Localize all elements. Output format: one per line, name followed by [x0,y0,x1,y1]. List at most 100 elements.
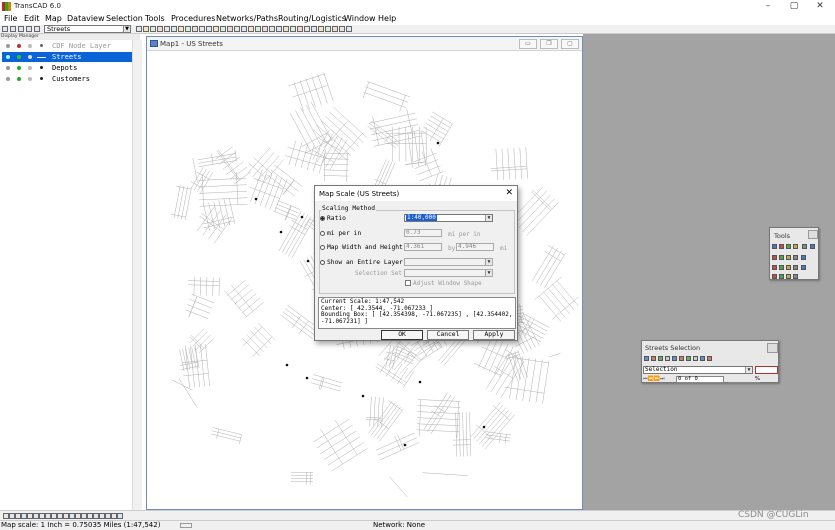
tool-icon[interactable] [786,255,791,260]
apply-button[interactable]: Apply [473,330,515,340]
toolbar-tool-icon[interactable] [339,26,345,32]
label-icon[interactable] [17,55,21,59]
dialog-titlebar[interactable]: Map Scale (US Streets) ✕ [315,186,517,201]
label-icon[interactable] [17,66,21,70]
toolbar-tool-icon[interactable] [241,26,247,32]
toolbar-tool-icon[interactable] [332,26,338,32]
selection-tool-icon[interactable] [700,356,705,361]
customer-point[interactable] [254,197,258,201]
display-manager-scrollbar[interactable] [132,40,142,510]
toolbar-tool-icon[interactable] [213,26,219,32]
tools-close-button[interactable] [808,230,818,239]
chevron-down-icon[interactable]: ▼ [485,215,492,221]
toolbar-tool-icon[interactable] [283,26,289,32]
customer-point[interactable] [403,443,407,447]
tool-icon[interactable] [772,274,777,279]
menu-networks-paths[interactable]: Networks/Paths [216,14,278,23]
customer-point[interactable] [361,394,365,398]
selection-toolbox-close-button[interactable] [767,343,778,353]
selection-tool-icon[interactable] [651,356,656,361]
visibility-icon[interactable] [6,66,10,70]
tool-icon[interactable] [793,255,798,260]
drawing-tool-icon[interactable] [117,513,123,519]
toolbar-tool-icon[interactable] [318,26,324,32]
tool-icon[interactable] [779,244,784,249]
layer-row-streets[interactable]: Streets [2,52,132,62]
map-restore-button[interactable]: ❐ [540,39,558,49]
autoscale-icon[interactable] [28,77,32,81]
map-close-button[interactable]: ▢ [561,39,579,49]
toolbar-tool-icon[interactable] [346,26,352,32]
layer-row-depots[interactable]: Depots [2,63,132,73]
ratio-option[interactable]: Ratio [320,215,346,222]
toolbar-tool-icon[interactable] [150,26,156,32]
tool-icon[interactable] [779,265,784,270]
tool-icon[interactable] [772,255,777,260]
tool-icon[interactable] [786,274,791,279]
layer-combo[interactable]: Streets ▼ [44,25,131,33]
tool-icon[interactable] [786,265,791,270]
toolbar-tool-icon[interactable] [199,26,205,32]
visibility-icon[interactable] [6,55,10,59]
toolbar-tool-icon[interactable] [157,26,163,32]
adjust-window-checkbox[interactable]: Adjust Window Shape [405,280,482,287]
record-navigation-icon[interactable]: ⏮⏪⏩⏭ [643,376,664,382]
customer-point[interactable] [300,215,304,219]
toolbar-tool-icon[interactable] [304,26,310,32]
toolbar-tool-icon[interactable] [220,26,226,32]
menu-file[interactable]: File [4,14,17,23]
toolbar-tool-icon[interactable] [248,26,254,32]
toolbar-tool-icon[interactable] [227,26,233,32]
toolbar-tool-icon[interactable] [136,26,142,32]
customer-point[interactable] [418,380,422,384]
checkbox-icon[interactable] [405,280,411,286]
selection-tool-icon[interactable] [707,356,712,361]
toolbar-tool-icon[interactable] [325,26,331,32]
selection-color-swatch[interactable] [755,366,778,374]
selection-tool-icon[interactable] [665,356,670,361]
selection-tool-icon[interactable] [693,356,698,361]
save-icon[interactable] [18,26,24,32]
new-file-icon[interactable] [2,26,8,32]
chevron-down-icon[interactable]: ▼ [485,259,492,265]
toolbar-tool-icon[interactable] [171,26,177,32]
entire-layer-combo[interactable]: ▼ [404,258,493,266]
maximize-button[interactable]: ▢ [784,0,804,13]
width-height-option[interactable]: Map Width and Height [320,244,403,251]
visibility-icon[interactable] [6,77,10,81]
label-icon[interactable] [17,77,21,81]
layer-row-customers[interactable]: Customers [2,74,132,84]
entire-layer-option[interactable]: Show an Entire Layer [320,259,403,266]
toolbar-tool-icon[interactable] [185,26,191,32]
print-icon[interactable] [26,26,32,32]
autoscale-icon[interactable] [28,66,32,70]
tool-icon[interactable] [772,244,777,249]
chevron-down-icon[interactable]: ▼ [745,367,752,373]
cancel-button[interactable]: Cancel [427,330,469,340]
radio-icon[interactable] [320,245,325,250]
tool-icon[interactable] [801,255,806,260]
customer-point[interactable] [306,259,310,263]
customer-point[interactable] [436,141,440,145]
menu-help[interactable]: Help [378,14,396,23]
toolbar-tool-icon[interactable] [234,26,240,32]
selection-tool-icon[interactable] [658,356,663,361]
selection-set-combo[interactable]: Selection ▼ [643,366,753,374]
toolbar-tool-icon[interactable] [276,26,282,32]
close-window-button[interactable]: ✕ [810,0,830,13]
tool-icon[interactable] [801,265,806,270]
toolbar-tool-icon[interactable] [143,26,149,32]
open-file-icon[interactable] [10,26,16,32]
chevron-down-icon[interactable]: ▼ [123,26,130,32]
selection-tool-icon[interactable] [644,356,649,361]
layers-icon[interactable] [34,26,40,32]
menu-map[interactable]: Map [45,14,62,23]
dialog-close-button[interactable]: ✕ [505,188,513,198]
map-height-field[interactable]: 4.946 [456,243,494,251]
customer-point[interactable] [285,363,289,367]
customer-point[interactable] [279,230,283,234]
radio-selected-icon[interactable] [320,216,325,221]
menu-dataview[interactable]: Dataview [67,14,105,23]
selection-set-combo[interactable]: ▼ [404,269,493,277]
tool-icon[interactable] [786,244,791,249]
